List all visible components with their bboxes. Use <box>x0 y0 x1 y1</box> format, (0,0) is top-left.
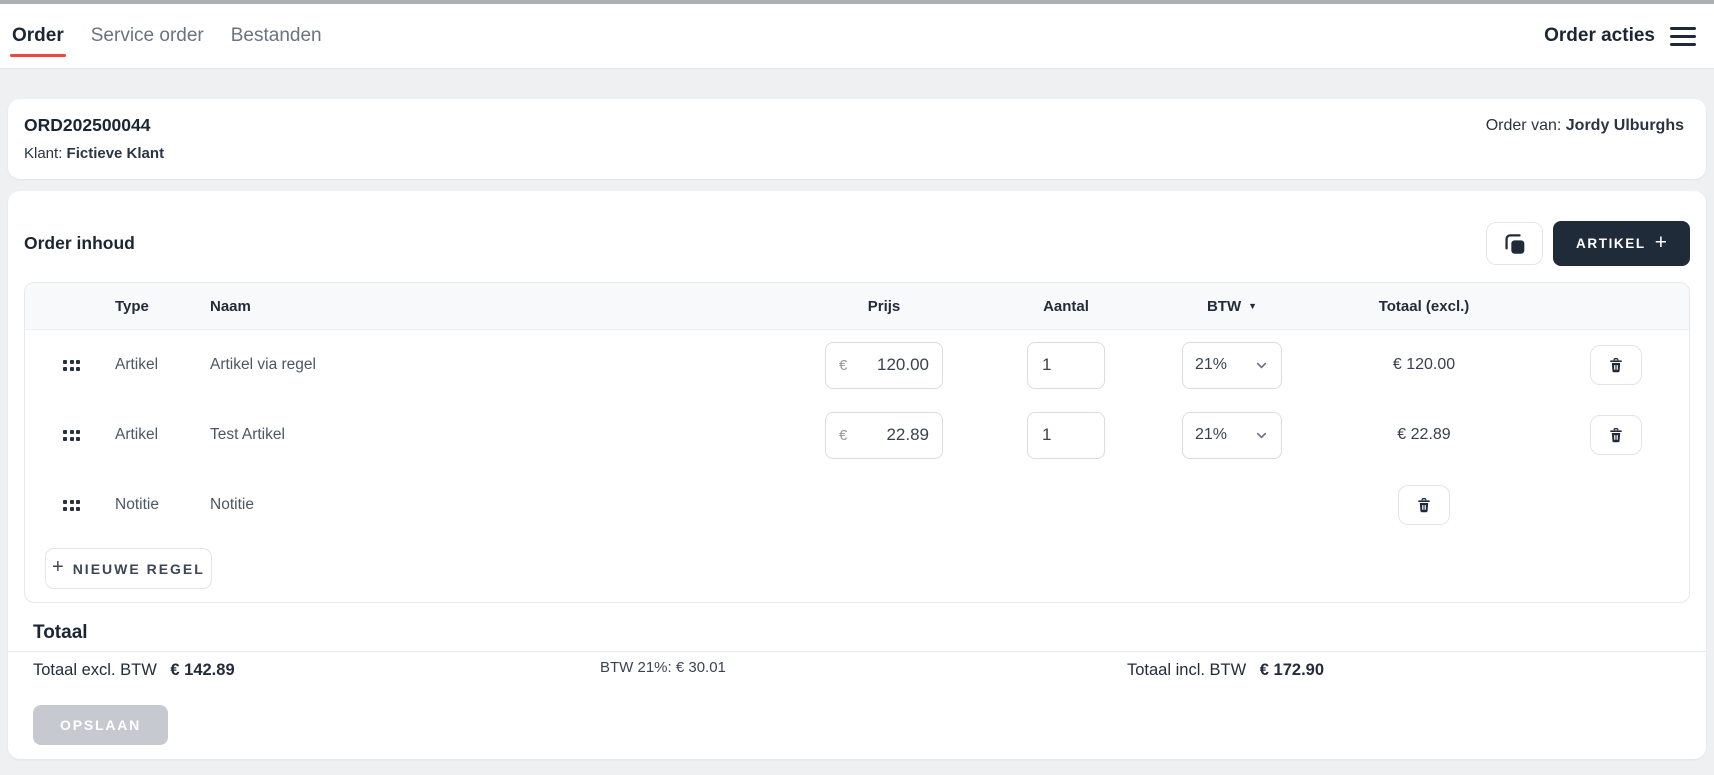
add-artikel-label: ARTIKEL <box>1576 236 1646 251</box>
order-lines-table: Type Naam Prijs Aantal BTW ▼ Totaal (exc… <box>24 282 1690 603</box>
plus-icon: + <box>52 556 64 578</box>
row-type: Artikel <box>115 356 159 373</box>
order-header-left: ORD202500044 Klant: Fictieve Klant <box>24 115 164 179</box>
delete-row-button[interactable] <box>1398 485 1450 525</box>
row-naam: Test Artikel <box>210 426 285 443</box>
trash-icon <box>1610 427 1622 442</box>
order-actions-label: Order acties <box>1544 25 1655 46</box>
tab-bestanden[interactable]: Bestanden <box>231 21 322 51</box>
total-incl: Totaal incl. BTW € 172.90 <box>1127 661 1706 680</box>
sort-desc-icon: ▼ <box>1248 301 1258 311</box>
order-content-card: Order inhoud ARTIKEL + Type Naam Prijs A… <box>8 191 1706 759</box>
header-prijs: Prijs <box>867 297 901 315</box>
currency-prefix: € <box>839 426 848 444</box>
btw-value: 21% <box>1195 426 1228 443</box>
order-content-header: Order inhoud ARTIKEL + <box>8 191 1706 266</box>
duplicate-order-button[interactable] <box>1486 222 1544 265</box>
header-aantal: Aantal <box>1043 297 1089 315</box>
nieuwe-regel-label: NIEUWE REGEL <box>72 560 205 577</box>
trash-icon <box>1418 497 1430 512</box>
copy-icon <box>1504 233 1524 254</box>
total-incl-label: Totaal incl. BTW <box>1127 661 1247 679</box>
total-btw-line: BTW 21%: € 30.01 <box>600 659 726 676</box>
btw-select[interactable]: 21% <box>1182 411 1282 459</box>
top-navigation: Order Service order Bestanden Order acti… <box>0 4 1714 69</box>
table-row: Artikel Test Artikel € 22.89 1 21% € 22.… <box>25 400 1689 470</box>
price-input[interactable]: € 22.89 <box>825 411 943 459</box>
delete-row-button[interactable] <box>1590 345 1642 385</box>
hamburger-menu-icon[interactable] <box>1670 26 1696 46</box>
quantity-value: 1 <box>1042 355 1052 374</box>
totals-title: Totaal <box>33 622 88 643</box>
table-row: Notitie Notitie <box>25 470 1689 540</box>
add-artikel-button[interactable]: ARTIKEL + <box>1553 221 1690 266</box>
btw-select[interactable]: 21% <box>1182 341 1282 389</box>
price-value: 120.00 <box>877 355 929 374</box>
tab-service-order[interactable]: Service order <box>91 21 204 51</box>
drag-handle[interactable] <box>63 359 80 371</box>
tab-order[interactable]: Order <box>10 21 66 57</box>
quantity-input[interactable]: 1 <box>1027 411 1105 459</box>
order-number: ORD202500044 <box>24 115 151 135</box>
price-value: 22.89 <box>886 425 929 444</box>
table-row: Artikel Artikel via regel € 120.00 1 21%… <box>25 330 1689 400</box>
klant-value: Fictieve Klant <box>66 145 165 162</box>
totals-divider <box>8 651 1706 652</box>
table-header-row: Type Naam Prijs Aantal BTW ▼ Totaal (exc… <box>25 283 1689 330</box>
quantity-value: 1 <box>1042 425 1052 444</box>
row-type: Artikel <box>115 426 159 443</box>
total-excl: Totaal excl. BTW € 142.89 <box>33 661 600 680</box>
price-input[interactable]: € 120.00 <box>825 341 943 389</box>
btw-value: 21% <box>1195 356 1228 373</box>
save-button[interactable]: OPSLAAN <box>33 705 169 745</box>
order-van-line: Order van: Jordy Ulburghs <box>1486 117 1684 179</box>
row-total: € 120.00 <box>1392 356 1456 373</box>
row-type: Notitie <box>115 496 159 513</box>
table-rows: Artikel Artikel via regel € 120.00 1 21%… <box>25 330 1689 540</box>
total-incl-value: € 172.90 <box>1259 661 1325 679</box>
chevron-down-icon <box>1256 362 1267 368</box>
header-btw[interactable]: BTW ▼ <box>1159 298 1305 315</box>
header-naam: Naam <box>210 297 251 315</box>
order-content-title: Order inhoud <box>24 233 135 253</box>
klant-label: Klant: <box>24 145 63 162</box>
drag-handle[interactable] <box>63 499 80 511</box>
trash-icon <box>1610 357 1622 372</box>
total-excl-label: Totaal excl. BTW <box>33 661 157 679</box>
order-van-value: Jordy Ulburghs <box>1565 117 1684 134</box>
chevron-down-icon <box>1256 432 1267 438</box>
klant-line: Klant: Fictieve Klant <box>24 145 164 162</box>
totals-row: Totaal excl. BTW € 142.89 BTW 21%: € 30.… <box>8 659 1706 680</box>
drag-handle[interactable] <box>63 429 80 441</box>
plus-icon: + <box>1654 230 1667 254</box>
header-buttons: ARTIKEL + <box>1486 221 1690 266</box>
delete-row-button[interactable] <box>1590 415 1642 455</box>
total-excl-value: € 142.89 <box>170 661 235 679</box>
order-van-label: Order van: <box>1485 117 1562 134</box>
order-actions-menu[interactable]: Order acties <box>1544 25 1696 47</box>
row-naam: Artikel via regel <box>210 356 316 373</box>
row-naam: Notitie <box>210 496 254 513</box>
header-btw-label: BTW <box>1206 297 1242 315</box>
nieuwe-regel-button[interactable]: + NIEUWE REGEL <box>45 548 212 589</box>
header-totaal: Totaal (excl.) <box>1378 297 1470 315</box>
nav-tabs: Order Service order Bestanden <box>10 21 322 57</box>
row-total: € 22.89 <box>1397 426 1451 443</box>
order-header-card: ORD202500044 Klant: Fictieve Klant Order… <box>8 99 1706 179</box>
quantity-input[interactable]: 1 <box>1027 341 1105 389</box>
header-type: Type <box>115 297 149 315</box>
currency-prefix: € <box>839 356 848 374</box>
